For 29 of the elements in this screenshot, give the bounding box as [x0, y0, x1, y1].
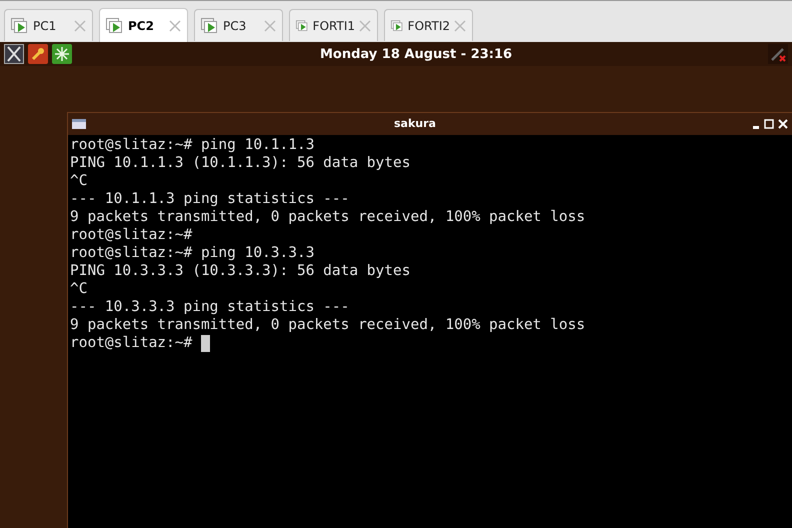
- terminal-line: --- 10.1.1.3 ping statistics ---: [70, 190, 350, 208]
- terminal-prompt: root@slitaz:~#: [70, 334, 192, 352]
- terminal-line: 9 packets transmitted, 0 packets received, 100% packet loss: [70, 316, 586, 334]
- tab[interactable]: PC1: [4, 9, 93, 41]
- terminal-line: PING 10.3.3.3 (10.3.3.3): 56 data bytes: [70, 262, 410, 280]
- terminal-line: ^C: [70, 280, 88, 298]
- terminal-line: 9 packets transmitted, 0 packets received, 100% packet loss: [70, 208, 586, 226]
- tab[interactable]: FORTI2: [384, 9, 473, 41]
- console-icon: [106, 18, 124, 34]
- window-title: sakura: [394, 116, 436, 132]
- terminal-line: root@slitaz:~#: [70, 226, 192, 244]
- maximize-icon[interactable]: [764, 119, 774, 129]
- tab[interactable]: PC2: [99, 8, 188, 42]
- terminal-line: ^C: [70, 172, 88, 190]
- terminal-line: --- 10.3.3.3 ping statistics ---: [70, 298, 350, 316]
- tab[interactable]: PC3: [194, 9, 283, 41]
- text-cursor: [201, 334, 210, 352]
- network-disconnected-icon[interactable]: [768, 44, 788, 64]
- terminal-line: root@slitaz:~# ping 10.1.1.3: [70, 136, 314, 154]
- window-menu-icon[interactable]: [72, 119, 86, 129]
- console-icon: [11, 18, 29, 34]
- x-logo-icon[interactable]: [4, 44, 24, 64]
- terminal-line: root@slitaz:~# ping 10.3.3.3: [70, 244, 314, 262]
- console-icon: [296, 18, 309, 34]
- console-icon: [391, 18, 404, 34]
- tab[interactable]: FORTI1: [289, 9, 378, 41]
- console-icon: [201, 18, 219, 34]
- terminal-line: PING 10.1.1.3 (10.1.1.3): 56 data bytes: [70, 154, 410, 172]
- clock: Monday 18 August - 23:16: [320, 46, 512, 64]
